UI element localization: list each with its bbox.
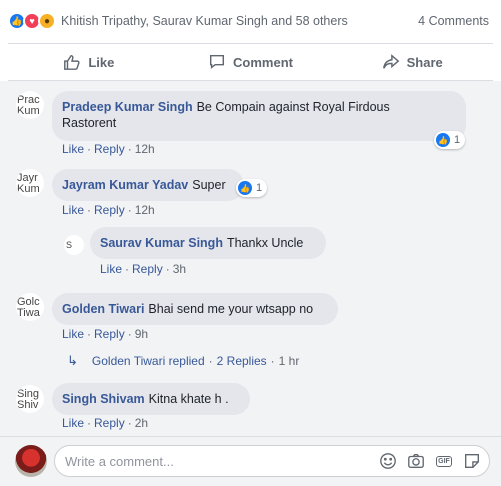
replies-time: 1 hr (278, 354, 300, 368)
reaction-names-link[interactable]: Khitish Tripathy, Saurav Kumar Singh and… (61, 14, 348, 28)
comment-input[interactable] (65, 453, 369, 469)
like-button-label: Like (88, 54, 115, 70)
comment-time[interactable]: 12h (135, 203, 155, 217)
reply-arrow-icon: ↳ (67, 353, 78, 368)
comment-like-link[interactable]: Like (62, 416, 84, 430)
comment-bubble: Jayram Kumar Yadav Super (52, 169, 244, 201)
replies-count: 2 Replies (216, 354, 267, 368)
wow-icon: ● (38, 12, 56, 30)
comment-text: Super (192, 178, 226, 192)
reaction-count: 1 (454, 134, 461, 146)
comment-reply-link[interactable]: Reply (132, 262, 163, 276)
comment-reaction-badge[interactable]: 👍 1 (434, 131, 466, 149)
comment-meta: Like · Reply · 12h (62, 203, 155, 217)
comment-time[interactable]: 3h (173, 262, 186, 276)
avatar[interactable]: Jayr Kum (16, 169, 44, 197)
comment-reply-link[interactable]: Reply (94, 203, 125, 217)
comment-text: Be Compain against Royal Firdous (196, 100, 390, 114)
comment-author-link[interactable]: Golden Tiwari (62, 302, 144, 316)
comment-author-link[interactable]: Saurav Kumar Singh (100, 236, 223, 250)
avatar[interactable]: Golc Tiwa (16, 293, 44, 321)
share-button[interactable]: Share (331, 44, 493, 80)
comment-meta: Like · Reply · 2h (62, 416, 149, 430)
comment-bubble: Golden Tiwari Bhai send me your wtsapp no (52, 293, 338, 325)
comment-like-link[interactable]: Like (62, 327, 84, 341)
sticker-icon[interactable] (463, 452, 481, 470)
comment-like-link[interactable]: Like (62, 203, 84, 217)
replied-author: Golden Tiwari replied (91, 354, 205, 368)
like-icon: 👍 (238, 181, 252, 195)
reaction-summary-bar: 👍 ♥ ● Khitish Tripathy, Saurav Kumar Sin… (0, 0, 501, 42)
comment-reaction-badge[interactable]: 👍 1 (236, 179, 268, 197)
comments-count-link[interactable]: 4 Comments (418, 14, 489, 28)
comment-time[interactable]: 2h (135, 416, 148, 430)
comment-like-link[interactable]: Like (62, 142, 84, 156)
camera-icon[interactable] (407, 452, 425, 470)
speech-bubble-icon (210, 54, 225, 69)
thumbs-up-icon (64, 54, 80, 70)
reaction-count: 1 (256, 182, 263, 194)
comment-composer: GIF (0, 436, 501, 486)
current-user-avatar[interactable] (15, 445, 47, 477)
comment-bubble: Singh Shivam Kitna khate h . (52, 383, 250, 415)
comment-bubble: Pradeep Kumar Singh Be Compain against Ro… (52, 91, 466, 141)
gif-label: GIF (436, 455, 452, 467)
comment-button-label: Comment (233, 54, 293, 70)
comment-time[interactable]: 12h (135, 142, 155, 156)
comment-text: Bhai send me your wtsapp no (148, 302, 314, 316)
comment-text-continued: Rastorent (62, 116, 117, 130)
comment-text: Thankx Uncle (226, 236, 304, 250)
comment-reply-link[interactable]: Reply (94, 416, 125, 430)
share-arrow-icon (382, 54, 399, 69)
comment-meta: Like · Reply · 12h (62, 142, 155, 156)
emoji-icon[interactable] (379, 452, 397, 470)
comment-text: Kitna khate h . (148, 392, 229, 406)
comment-reply-link[interactable]: Reply (94, 142, 125, 156)
avatar[interactable]: S (64, 235, 84, 255)
avatar[interactable]: Prac Kum (16, 91, 44, 119)
comment-list: Prac Kum Pradeep Kumar Singh Be Compain a… (0, 81, 501, 436)
reaction-icons[interactable]: 👍 ♥ ● (8, 12, 56, 30)
comment-author-link[interactable]: Jayram Kumar Yadav (62, 178, 188, 192)
comment-author-link[interactable]: Pradeep Kumar Singh (62, 100, 193, 114)
view-replies-link[interactable]: ↳ Golden Tiwari replied · 2 Replies · 1 … (67, 353, 299, 369)
comment-time[interactable]: 9h (135, 327, 148, 341)
comment-button[interactable]: Comment (170, 44, 332, 80)
comment-meta: Like · Reply · 3h (100, 262, 187, 276)
comment-input-box[interactable]: GIF (54, 445, 490, 477)
avatar[interactable]: Sing Shiv (16, 385, 44, 413)
gif-icon[interactable]: GIF (435, 452, 453, 470)
comment-author-link[interactable]: Singh Shivam (62, 392, 145, 406)
like-icon: 👍 (436, 133, 450, 147)
reply-bubble: Saurav Kumar Singh Thankx Uncle (90, 227, 326, 259)
comment-reply-link[interactable]: Reply (94, 327, 125, 341)
post-actions-bar: Like Comment Share (8, 43, 493, 81)
comment-like-link[interactable]: Like (100, 262, 122, 276)
like-button[interactable]: Like (8, 44, 170, 80)
share-button-label: Share (406, 54, 443, 70)
comment-meta: Like · Reply · 9h (62, 327, 149, 341)
